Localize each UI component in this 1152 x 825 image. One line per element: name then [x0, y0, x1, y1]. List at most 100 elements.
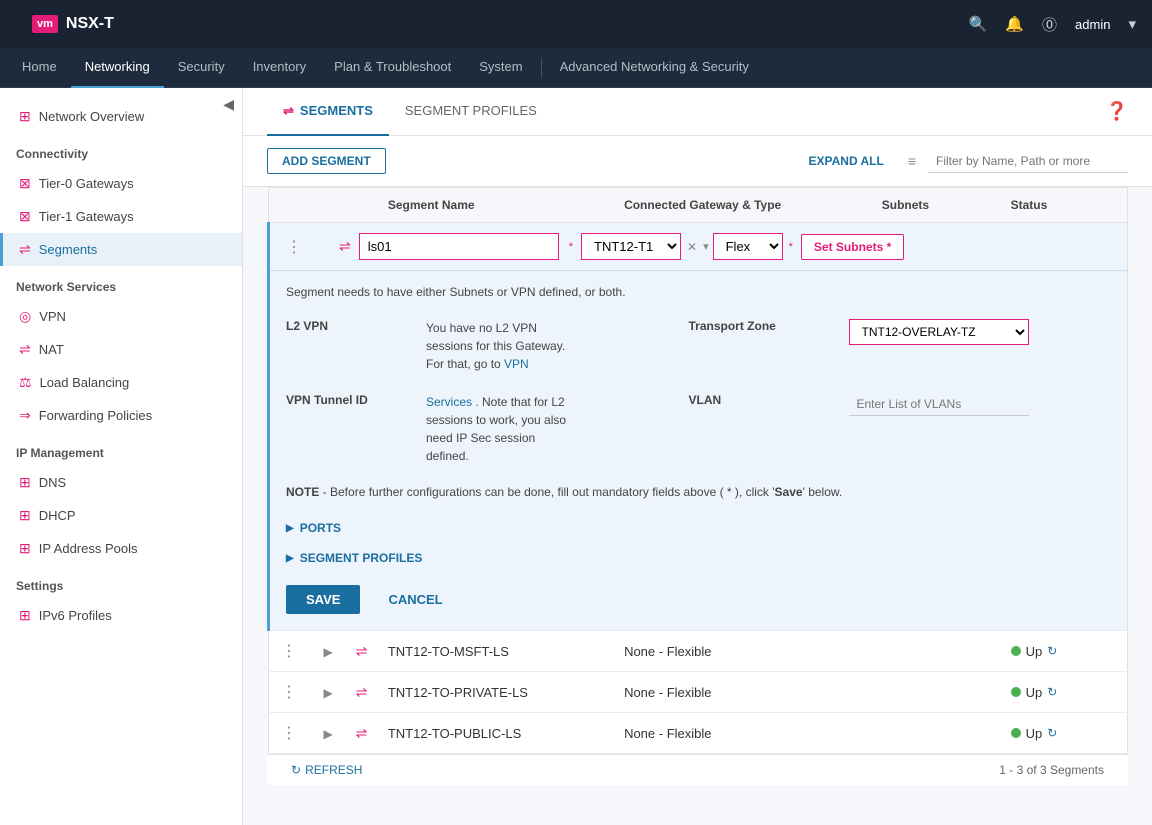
ports-section[interactable]: ▶ PORTS	[286, 513, 1111, 543]
vpn-icon: ◎	[19, 308, 31, 325]
sidebar-item-label: Segments	[39, 242, 98, 257]
sidebar-section-connectivity: Connectivity	[0, 133, 242, 167]
top-bar: vm NSX-T 🔍 🔔 ⓪ admin ▾	[0, 0, 1152, 48]
sidebar-item-tier0[interactable]: ⊠ Tier-0 Gateways	[0, 167, 242, 200]
sidebar-item-label: VPN	[39, 309, 66, 324]
row1-segment-icon: ⇌	[356, 643, 368, 659]
top-bar-actions: 🔍 🔔 ⓪ admin ▾	[969, 14, 1136, 35]
row2-gateway: None - Flexible	[612, 672, 870, 713]
content-tabs: ⇌ SEGMENTS SEGMENT PROFILES ❓	[243, 88, 1152, 136]
vpn-link[interactable]: VPN	[504, 357, 529, 371]
filter-icon: ≡	[908, 153, 916, 169]
sidebar-item-vpn[interactable]: ◎ VPN	[0, 300, 242, 333]
nav-security[interactable]: Security	[164, 48, 239, 88]
nav-inventory[interactable]: Inventory	[239, 48, 320, 88]
row3-status-label: Up	[1026, 726, 1043, 741]
vm-icon: vm	[32, 15, 58, 33]
subnets-note: Segment needs to have either Subnets or …	[286, 283, 1111, 301]
main-content: ⇌ SEGMENTS SEGMENT PROFILES ❓ ADD SEGMEN…	[243, 88, 1152, 825]
gateway-dropdown-icon[interactable]: ▾	[703, 240, 709, 253]
row3-status: Up ↻	[999, 713, 1128, 754]
tab-segments[interactable]: ⇌ SEGMENTS	[267, 88, 389, 136]
expand-all-button[interactable]: EXPAND ALL	[808, 154, 883, 168]
segment-count: 1 - 3 of 3 Segments	[999, 763, 1104, 777]
expand-details: Segment needs to have either Subnets or …	[270, 271, 1127, 630]
vlan-input[interactable]	[849, 393, 1029, 416]
admin-dropdown-icon[interactable]: ▾	[1128, 15, 1136, 33]
l2vpn-label: L2 VPN	[286, 313, 426, 339]
segment-profiles-section[interactable]: ▶ SEGMENT PROFILES	[286, 543, 1111, 573]
sidebar-item-dns[interactable]: ⊞ DNS	[0, 466, 242, 499]
admin-label[interactable]: admin	[1075, 17, 1110, 32]
sidebar-item-label: DHCP	[39, 508, 76, 523]
profiles-chevron: ▶	[286, 553, 294, 564]
row2-expand-chevron[interactable]: ▶	[323, 686, 332, 700]
row1-status-dot	[1011, 646, 1021, 656]
vpn-services-link[interactable]: Services	[426, 395, 472, 409]
ports-label: PORTS	[300, 521, 341, 535]
nav-plan[interactable]: Plan & Troubleshoot	[320, 48, 465, 88]
type-select[interactable]: Flex	[713, 233, 783, 260]
save-button[interactable]: SAVE	[286, 585, 360, 614]
row1-actions-icon[interactable]: ⋮	[281, 643, 298, 660]
tab-segment-profiles[interactable]: SEGMENT PROFILES	[389, 88, 553, 136]
load-balancing-icon: ⚖	[19, 374, 32, 391]
refresh-label: REFRESH	[305, 763, 362, 777]
row-actions-icon[interactable]: ⋮	[286, 237, 303, 257]
sidebar-item-network-overview[interactable]: ⊞ Network Overview	[0, 100, 242, 133]
filter-input[interactable]	[928, 150, 1128, 173]
set-subnets-button[interactable]: Set Subnets *	[801, 234, 904, 260]
sidebar-item-segments[interactable]: ⇌ Segments	[0, 233, 242, 266]
segment-profiles-label: SEGMENT PROFILES	[300, 551, 423, 565]
row2-actions-icon[interactable]: ⋮	[281, 684, 298, 701]
sidebar-collapse-button[interactable]: ◀	[223, 96, 234, 113]
sidebar: ◀ ⊞ Network Overview Connectivity ⊠ Tier…	[0, 88, 243, 825]
ip-pools-icon: ⊞	[19, 540, 31, 557]
row3-actions-icon[interactable]: ⋮	[281, 725, 298, 742]
gateway-select[interactable]: TNT12-T1	[581, 233, 681, 260]
row2-subnets	[870, 672, 999, 713]
refresh-button[interactable]: ↻ REFRESH	[291, 763, 362, 777]
row2-status: Up ↻	[999, 672, 1128, 713]
notifications-icon[interactable]: 🔔	[1005, 15, 1024, 33]
sidebar-item-label: Tier-1 Gateways	[39, 209, 134, 224]
transport-zone-value: TNT12-OVERLAY-TZ	[849, 313, 1112, 351]
app-logo: vm NSX-T	[16, 0, 130, 48]
row1-status: Up ↻	[999, 631, 1128, 672]
cancel-button[interactable]: CANCEL	[368, 585, 462, 614]
nat-icon: ⇌	[19, 341, 31, 358]
add-segment-button[interactable]: ADD SEGMENT	[267, 148, 386, 174]
row3-refresh-icon[interactable]: ↻	[1047, 726, 1057, 740]
gateway-clear-icon[interactable]: ✕	[687, 240, 697, 254]
sidebar-item-label: IP Address Pools	[39, 541, 138, 556]
row1-expand-chevron[interactable]: ▶	[323, 645, 332, 659]
table-footer: ↻ REFRESH 1 - 3 of 3 Segments	[267, 754, 1128, 785]
sidebar-item-load-balancing[interactable]: ⚖ Load Balancing	[0, 366, 242, 399]
nav-networking[interactable]: Networking	[71, 48, 164, 88]
row2-status-dot	[1011, 687, 1021, 697]
sidebar-item-tier1[interactable]: ⊠ Tier-1 Gateways	[0, 200, 242, 233]
th-name: Segment Name	[376, 188, 612, 223]
table-row: ⋮ ▶ ⇌ TNT12-TO-MSFT-LS None - Flexible U…	[269, 631, 1128, 672]
nav-system[interactable]: System	[465, 48, 536, 88]
row3-gateway: None - Flexible	[612, 713, 870, 754]
sidebar-item-label: Tier-0 Gateways	[39, 176, 134, 191]
row1-refresh-icon[interactable]: ↻	[1047, 644, 1057, 658]
sidebar-item-ipv6-profiles[interactable]: ⊞ IPv6 Profiles	[0, 599, 242, 632]
segment-name-input[interactable]	[359, 233, 559, 260]
search-icon[interactable]: 🔍	[969, 15, 988, 33]
sidebar-item-nat[interactable]: ⇌ NAT	[0, 333, 242, 366]
sidebar-item-dhcp[interactable]: ⊞ DHCP	[0, 499, 242, 532]
row3-expand-chevron[interactable]: ▶	[323, 727, 332, 741]
sidebar-item-forwarding-policies[interactable]: ⇒ Forwarding Policies	[0, 399, 242, 432]
toolbar: ADD SEGMENT EXPAND ALL ≡	[243, 136, 1152, 187]
sidebar-item-ip-address-pools[interactable]: ⊞ IP Address Pools	[0, 532, 242, 565]
nav-home[interactable]: Home	[8, 48, 71, 88]
row2-refresh-icon[interactable]: ↻	[1047, 685, 1057, 699]
help-circle-icon[interactable]: ❓	[1106, 101, 1128, 122]
row1-name: TNT12-TO-MSFT-LS	[376, 631, 612, 672]
nav-advanced[interactable]: Advanced Networking & Security	[546, 48, 763, 88]
sidebar-item-label: IPv6 Profiles	[39, 608, 112, 623]
help-icon[interactable]: ⓪	[1042, 14, 1057, 35]
transport-zone-select[interactable]: TNT12-OVERLAY-TZ	[849, 319, 1029, 345]
